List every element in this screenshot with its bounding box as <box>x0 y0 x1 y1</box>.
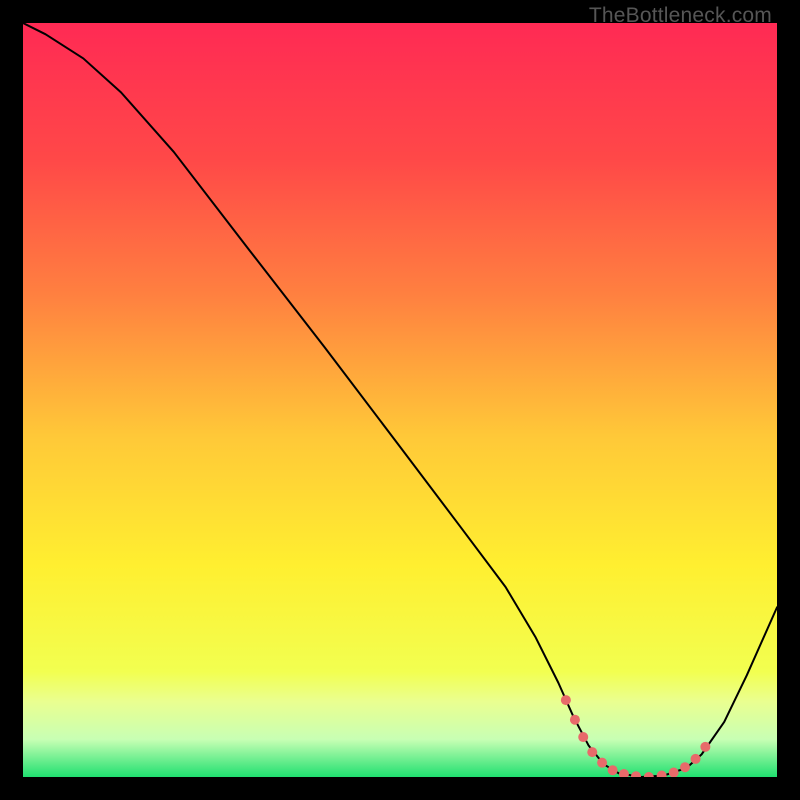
highlight-dot <box>587 747 597 757</box>
watermark-text: TheBottleneck.com <box>589 4 772 28</box>
highlight-dot <box>680 762 690 772</box>
highlight-dot <box>570 715 580 725</box>
highlight-dot <box>608 765 618 775</box>
highlight-dot <box>578 732 588 742</box>
gradient-background <box>23 23 777 777</box>
highlight-dot <box>561 695 571 705</box>
chart-frame <box>23 23 777 777</box>
highlight-dot <box>700 742 710 752</box>
highlight-dot <box>691 754 701 764</box>
chart-plot <box>23 23 777 777</box>
highlight-dot <box>597 758 607 768</box>
